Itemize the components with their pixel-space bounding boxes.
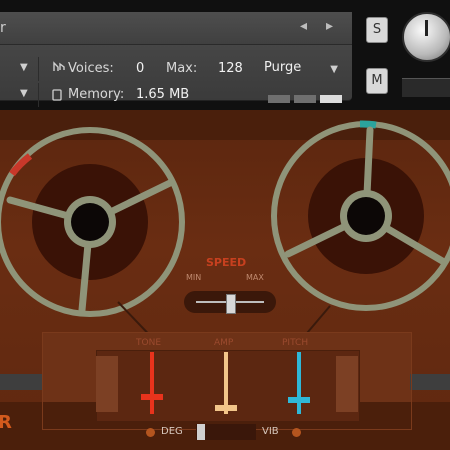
voices-label: Voices: [68,61,114,76]
fader-bay [96,350,360,422]
tone-label: TONE [136,338,162,348]
memory-row: ▼ Memory: 1.65 MB [0,83,352,109]
deg-vib-slider-thumb[interactable] [197,424,205,440]
purge-dropdown[interactable]: Purge ▼ [264,60,344,80]
instrument-title-row: r ◂ ▸ [0,12,352,45]
tune-knob[interactable] [402,12,450,62]
vib-enable-toggle[interactable] [292,428,301,437]
max-label: Max: [166,61,198,76]
divider [38,57,39,81]
pitch-fader-thumb[interactable] [288,396,310,403]
meter-segment [294,95,316,103]
memory-icon [52,89,62,105]
instrument-header: r ◂ ▸ ▼ Voices: 0 Max: 128 Purge ▼ ▼ Mem… [0,0,450,110]
instrument-strip: r ◂ ▸ ▼ Voices: 0 Max: 128 Purge ▼ ▼ Mem… [0,12,352,107]
max-voices-value[interactable]: 128 [218,61,243,76]
speed-max-label: MAX [246,273,264,282]
memory-value: 1.65 MB [136,87,190,102]
instrument-title[interactable]: r [0,20,6,36]
next-instrument-button[interactable]: ▸ [326,18,333,34]
purge-dropdown-arrow-icon: ▼ [330,64,338,75]
tone-fader-thumb[interactable] [141,394,163,400]
prev-instrument-button[interactable]: ◂ [300,18,307,34]
meter-segment [320,95,342,103]
fader-bay-right-cap [336,356,358,412]
tape-machine-panel: SPEED MIN MAX TONE AMP PITCH DEG VIB R [0,110,450,450]
amp-fader-thumb[interactable] [215,405,237,412]
memory-label: Memory: [68,87,125,102]
tone-fader-track[interactable] [150,352,154,414]
voices-row: ▼ Voices: 0 Max: 128 Purge ▼ [0,57,352,83]
voices-value: 0 [136,61,145,76]
vib-label: VIB [262,426,279,437]
deg-label: DEG [161,426,183,437]
speed-slider-thumb[interactable] [226,294,236,314]
tune-value-field[interactable] [402,78,450,97]
right-side-rail [410,374,450,390]
solo-button[interactable]: S [366,17,388,43]
mute-button[interactable]: M [366,68,388,94]
pitch-fader-track[interactable] [297,352,301,414]
pitch-label: PITCH [282,338,309,348]
level-meters [268,92,346,107]
speed-label: SPEED [206,256,247,269]
divider [38,83,39,107]
output-dropdown-arrow-icon[interactable]: ▼ [20,62,28,73]
deg-vib-slider[interactable] [196,424,256,440]
deg-enable-toggle[interactable] [146,428,155,437]
speed-min-label: MIN [186,273,202,282]
voices-icon [52,61,66,77]
purge-label: Purge [264,60,302,75]
amp-label: AMP [214,338,234,348]
midi-dropdown-arrow-icon[interactable]: ▼ [20,88,28,99]
fader-bay-left-cap [96,356,118,412]
left-side-rail [0,374,42,390]
meter-segment [268,95,290,103]
brand-letter: R [0,412,12,433]
